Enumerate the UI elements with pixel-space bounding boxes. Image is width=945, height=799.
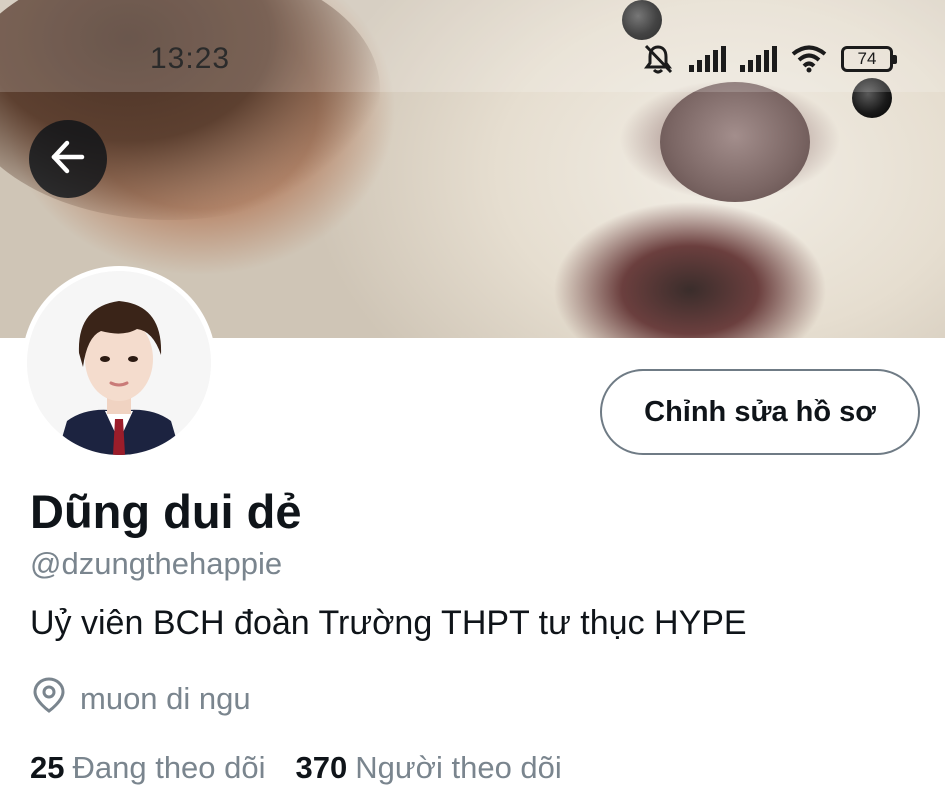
location-text: muon di ngu xyxy=(80,681,251,716)
followers-label: Người theo dõi xyxy=(355,750,562,785)
signal-icon xyxy=(740,46,777,72)
following-label: Đang theo dõi xyxy=(72,750,266,785)
avatar-photo xyxy=(27,271,211,455)
signal-icon xyxy=(689,46,726,72)
status-time: 13:23 xyxy=(150,42,231,75)
bell-off-icon xyxy=(641,42,675,76)
following-stat[interactable]: 25 Đang theo dõi xyxy=(30,750,266,786)
battery-icon: 74 xyxy=(841,46,897,72)
user-handle: @dzungthehappie xyxy=(30,546,283,581)
follow-stats: 25 Đang theo dõi 370 Người theo dõi xyxy=(30,750,562,786)
status-icons: 74 xyxy=(641,42,897,76)
battery-level: 74 xyxy=(857,49,877,68)
banner-dog-nose-shape xyxy=(660,82,810,202)
bio: Uỷ viên BCH đoàn Trường THPT tư thục HYP… xyxy=(30,604,747,642)
display-name: Dũng dui dẻ xyxy=(30,485,302,538)
followers-count: 370 xyxy=(295,750,348,785)
arrow-left-icon xyxy=(48,137,88,182)
followers-stat[interactable]: 370 Người theo dõi xyxy=(296,750,562,786)
back-button[interactable] xyxy=(29,120,107,198)
location-pin-icon xyxy=(32,676,66,722)
location: muon di ngu xyxy=(32,676,251,722)
avatar[interactable] xyxy=(22,266,216,460)
following-count: 25 xyxy=(30,750,65,785)
wifi-icon xyxy=(791,45,827,73)
status-bar: 13:23 74 xyxy=(0,0,945,92)
edit-profile-button[interactable]: Chỉnh sửa hồ sơ xyxy=(600,369,920,455)
